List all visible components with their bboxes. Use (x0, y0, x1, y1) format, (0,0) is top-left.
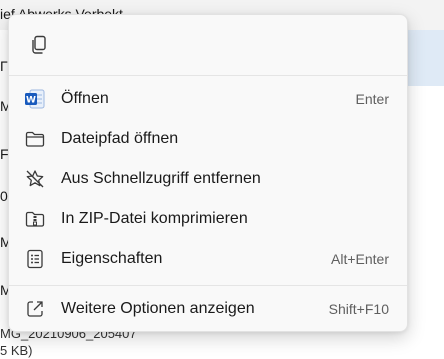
copy-icon (32, 35, 46, 54)
background-filesize: 5 KB) (0, 343, 33, 358)
menu-item-show-more-options[interactable]: Weitere Optionen anzeigen Shift+F10 (15, 291, 401, 327)
zip-icon (25, 209, 45, 229)
menu-item-label: Eigenschaften (61, 250, 163, 267)
menu-item-shortcut: Alt+Enter (331, 251, 389, 267)
menu-item-label: Öffnen (61, 90, 109, 107)
svg-text:W: W (26, 96, 36, 106)
menu-item-unpin-quick-access[interactable]: Aus Schnellzugriff entfernen (15, 161, 401, 197)
menu-item-label: Aus Schnellzugriff entfernen (61, 170, 261, 187)
menu-item-label: Weitere Optionen anzeigen (61, 300, 255, 317)
menu-separator (9, 285, 407, 286)
word-icon: W (25, 89, 45, 109)
menu-item-open-file-location[interactable]: Dateipfad öffnen (15, 121, 401, 157)
open-external-icon (25, 299, 45, 319)
star-remove-icon (25, 169, 45, 189)
menu-item-shortcut: Enter (355, 91, 389, 107)
menu-item-properties[interactable]: Eigenschaften Alt+Enter (15, 241, 401, 277)
menu-item-open[interactable]: W Öffnen Enter (15, 81, 401, 117)
copy-button[interactable] (23, 29, 55, 61)
menu-item-shortcut: Shift+F10 (328, 301, 389, 317)
menu-item-compress-zip[interactable]: In ZIP-Datei komprimieren (15, 201, 401, 237)
background-selection-stripe (408, 30, 444, 86)
folder-icon (25, 129, 45, 149)
quick-action-bar (9, 15, 407, 76)
menu-item-label: In ZIP-Datei komprimieren (61, 210, 248, 227)
properties-icon (25, 249, 45, 269)
context-menu: W Öffnen Enter Dateipfad öffnen Aus Schn… (8, 14, 408, 332)
menu-item-label: Dateipfad öffnen (61, 130, 179, 147)
